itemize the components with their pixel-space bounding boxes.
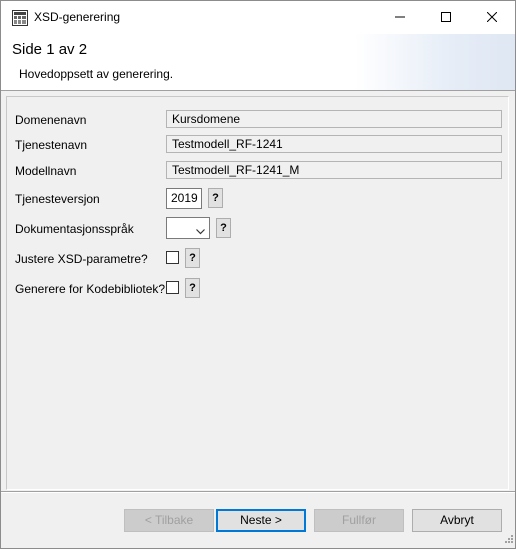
header-decoration bbox=[355, 34, 515, 90]
tjenestenavn-label: Tjenestenavn bbox=[15, 138, 88, 152]
page-title: Side 1 av 2 bbox=[12, 41, 88, 58]
justere-xsd-checkbox[interactable] bbox=[166, 251, 179, 264]
maximize-icon bbox=[441, 11, 451, 25]
chevron-down-icon bbox=[196, 224, 205, 238]
kodebibliotek-checkbox[interactable] bbox=[166, 281, 179, 294]
tjenesteversjon-help-button[interactable]: ? bbox=[208, 188, 223, 208]
modellnavn-field: Testmodell_RF-1241_M bbox=[166, 161, 502, 179]
domenenavn-label: Domenenavn bbox=[15, 113, 87, 127]
tjenesteversjon-label: Tjenesteversjon bbox=[15, 192, 100, 206]
kodebibliotek-help-button[interactable]: ? bbox=[185, 278, 200, 298]
justere-xsd-label: Justere XSD-parametre? bbox=[15, 252, 148, 266]
dokumentasjonssprak-help-button[interactable]: ? bbox=[216, 218, 231, 238]
dokumentasjonssprak-label: Dokumentasjonsspråk bbox=[15, 222, 134, 236]
window-title: XSD-generering bbox=[34, 10, 121, 24]
cancel-button[interactable]: Avbryt bbox=[412, 509, 502, 532]
close-button[interactable] bbox=[469, 1, 515, 34]
wizard-window: XSD-generering Side 1 av 2 Hovedoppsett … bbox=[0, 0, 516, 549]
justere-xsd-help-button[interactable]: ? bbox=[185, 248, 200, 268]
footer-divider-highlight bbox=[1, 492, 515, 493]
domenenavn-field: Kursdomene bbox=[166, 110, 502, 128]
dokumentasjonssprak-select[interactable] bbox=[166, 217, 210, 239]
kodebibliotek-label: Generere for Kodebibliotek? bbox=[15, 282, 166, 296]
page-description: Hovedoppsett av generering. bbox=[19, 67, 174, 81]
resize-grip-icon[interactable] bbox=[503, 532, 513, 546]
minimize-icon bbox=[395, 11, 405, 25]
next-button[interactable]: Neste > bbox=[216, 509, 306, 532]
tjenesteversjon-input[interactable]: 2019 bbox=[166, 188, 202, 209]
finish-button[interactable]: Fullfør bbox=[314, 509, 404, 532]
minimize-button[interactable] bbox=[377, 1, 423, 34]
close-icon bbox=[486, 11, 498, 25]
wizard-header: Side 1 av 2 Hovedoppsett av generering. bbox=[1, 34, 515, 91]
xsd-app-icon bbox=[12, 10, 28, 26]
back-button[interactable]: < Tilbake bbox=[124, 509, 214, 532]
modellnavn-label: Modellnavn bbox=[15, 164, 77, 178]
title-bar[interactable]: XSD-generering bbox=[1, 1, 515, 34]
wizard-content: Domenenavn Kursdomene Tjenestenavn Testm… bbox=[1, 91, 515, 491]
tjenestenavn-field: Testmodell_RF-1241 bbox=[166, 135, 502, 153]
maximize-button[interactable] bbox=[423, 1, 469, 34]
